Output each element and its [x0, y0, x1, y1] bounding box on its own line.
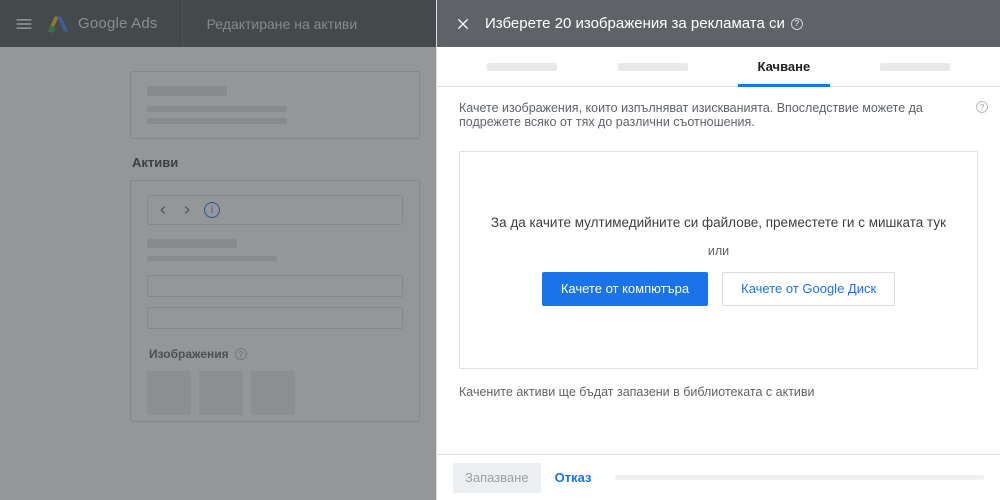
help-icon[interactable]: ?: [791, 18, 803, 30]
panel-title-text: Изберете 20 изображения за рекламата си: [485, 15, 785, 32]
bg-card-assets: i Изображения ?: [130, 180, 420, 422]
tab-upload-label: Качване: [758, 59, 811, 74]
tab-upload[interactable]: Качване: [719, 47, 850, 86]
footer-progress-placeholder: [615, 475, 984, 480]
tab-placeholder-1[interactable]: [457, 47, 588, 86]
tab-placeholder-3[interactable]: [849, 47, 980, 86]
bg-pager: i: [147, 195, 403, 225]
upload-dropzone[interactable]: За да качите мултимедийните си файлове, …: [459, 151, 978, 369]
chevron-right-icon[interactable]: [180, 203, 194, 217]
image-thumb: [147, 371, 191, 415]
menu-icon[interactable]: [0, 14, 48, 34]
panel-tabs: Качване: [437, 47, 1000, 87]
page-title: Редактиране на активи: [183, 16, 382, 32]
dropzone-text: За да качите мултимедийните си файлове, …: [491, 215, 946, 230]
panel-instructions: Качете изображения, които изпълняват изи…: [437, 87, 1000, 137]
close-button[interactable]: [447, 8, 479, 40]
cancel-button[interactable]: Отказ: [555, 470, 592, 485]
image-thumb: [199, 371, 243, 415]
chevron-left-icon[interactable]: [156, 203, 170, 217]
panel-header: Изберете 20 изображения за рекламата си …: [437, 0, 1000, 47]
panel-footer: Запазване Отказ: [437, 454, 1000, 500]
bg-field-2: [147, 307, 403, 329]
info-icon[interactable]: i: [204, 202, 220, 218]
section-images-label: Изображения: [149, 347, 229, 361]
brand-name: Google Ads: [78, 15, 158, 32]
brand-block: Google Ads: [48, 0, 183, 47]
upload-from-computer-button[interactable]: Качете от компютъра: [542, 272, 708, 306]
instructions-text: Качете изображения, които изпълняват изи…: [459, 101, 923, 129]
save-button[interactable]: Запазване: [453, 463, 541, 493]
bg-card-summary: [130, 71, 420, 139]
library-note: Качените активи ще бъдат запазени в библ…: [437, 369, 1000, 403]
bg-field-1: [147, 275, 403, 297]
image-picker-panel: Изберете 20 изображения за рекламата си …: [436, 0, 1000, 500]
image-thumb: [251, 371, 295, 415]
panel-title: Изберете 20 изображения за рекламата си …: [485, 15, 803, 32]
tab-placeholder-2[interactable]: [588, 47, 719, 86]
help-icon[interactable]: ?: [235, 348, 247, 360]
upload-from-drive-button[interactable]: Качете от Google Диск: [722, 272, 895, 306]
help-icon[interactable]: ?: [976, 101, 988, 113]
dropzone-or: или: [708, 244, 729, 258]
google-ads-logo-icon: [48, 14, 68, 34]
